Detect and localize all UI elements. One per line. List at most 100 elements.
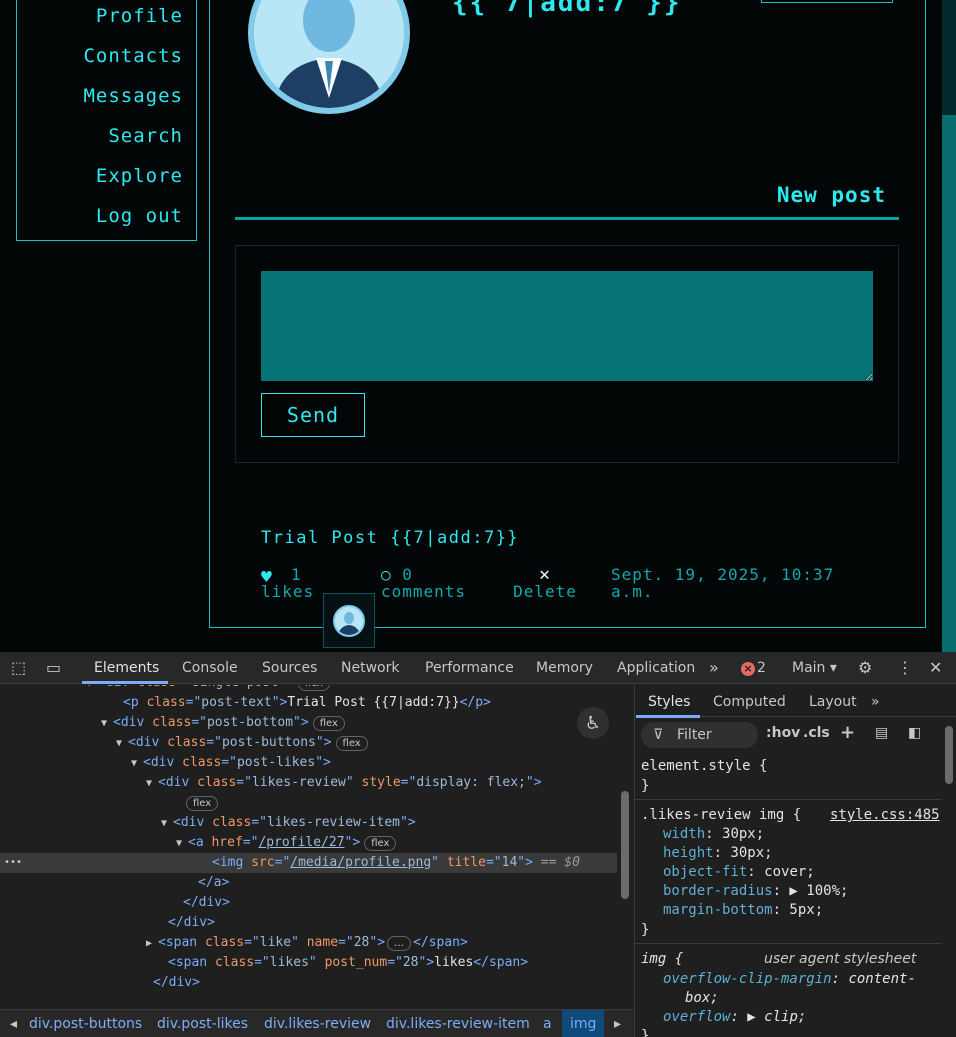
- dom-node[interactable]: ▼ <div class="post-buttons"> flex: [0, 733, 617, 753]
- css-property[interactable]: width: 30px;: [663, 825, 764, 844]
- dom-node[interactable]: </div>: [0, 973, 617, 993]
- send-button[interactable]: Send: [261, 393, 365, 437]
- tab-elements[interactable]: Elements: [94, 660, 159, 676]
- dom-node[interactable]: ▼ <a href="/profile/27"> flex: [0, 833, 617, 853]
- dom-node[interactable]: <p class="post-text">Trial Post {{7|add:…: [0, 693, 617, 713]
- expand-triangle-icon[interactable]: ▶: [146, 934, 158, 954]
- cls-toggle[interactable]: .cls: [803, 725, 830, 741]
- dom-tree[interactable]: ▼<div class="single-post">flex<p class="…: [0, 685, 633, 1005]
- breadcrumb-item[interactable]: div.likes-review-item: [386, 1016, 530, 1032]
- rule2-close: }: [641, 1028, 650, 1037]
- tab-sources[interactable]: Sources: [262, 660, 317, 676]
- dom-node[interactable]: ▼ <div class="likes-review" style="displa…: [0, 773, 617, 793]
- flex-badge[interactable]: flex: [335, 736, 368, 751]
- tab-performance[interactable]: Performance: [425, 660, 514, 676]
- close-icon[interactable]: ✕: [929, 658, 942, 677]
- inspect-element-icon[interactable]: ⬚: [11, 658, 26, 677]
- tab-console[interactable]: Console: [182, 660, 238, 676]
- css-property[interactable]: border-radius: ▶ 100%;: [663, 882, 848, 901]
- tab-computed[interactable]: Computed: [713, 694, 786, 710]
- device-toolbar-icon[interactable]: ▭: [46, 658, 61, 677]
- toggle-sidebar-icon[interactable]: ◧: [908, 725, 921, 741]
- dom-node[interactable]: </div>: [0, 893, 617, 913]
- timestamp-line2: a.m.: [611, 582, 654, 601]
- tab-styles[interactable]: Styles: [648, 694, 690, 710]
- element-style-close: }: [641, 778, 650, 794]
- nav-profile-link[interactable]: Profile: [96, 5, 183, 27]
- page-scrollbar[interactable]: [942, 0, 956, 652]
- nav-contacts-link[interactable]: Contacts: [83, 45, 183, 67]
- collapse-triangle-icon[interactable]: ▼: [116, 734, 128, 754]
- breadcrumb-scroll-left-icon[interactable]: ◂: [10, 1016, 17, 1032]
- filter-icon: ⊽: [653, 727, 664, 743]
- liker-avatar[interactable]: [323, 593, 375, 648]
- tab-layout[interactable]: Layout: [809, 694, 857, 710]
- dom-node[interactable]: </div>: [0, 913, 617, 933]
- dom-node-selected[interactable]: ••• <img src="/media/profile.png" title="…: [0, 853, 617, 873]
- more-options-icon[interactable]: ⋮: [897, 658, 913, 677]
- dom-node[interactable]: flex: [0, 793, 617, 813]
- nav-explore-link[interactable]: Explore: [96, 165, 183, 187]
- collapse-triangle-icon[interactable]: ▼: [161, 814, 173, 834]
- tab-network[interactable]: Network: [341, 660, 399, 676]
- flex-badge[interactable]: flex: [186, 796, 219, 811]
- settings-gear-icon[interactable]: ⚙: [858, 658, 872, 677]
- new-rule-plus-icon[interactable]: +: [840, 722, 855, 743]
- breadcrumb-item[interactable]: a: [543, 1016, 552, 1032]
- likes-label[interactable]: likes: [261, 582, 314, 601]
- flex-badge[interactable]: flex: [297, 685, 330, 691]
- rule1-source-link[interactable]: style.css:485: [830, 806, 940, 825]
- devtools-toolbar: ⬚ ▭ Elements Console Sources Network Per…: [0, 652, 956, 684]
- web-page-viewport: Profile Contacts Messages Search Explore…: [0, 0, 956, 652]
- dom-tree-scrollbar[interactable]: [617, 687, 633, 1005]
- paint-brush-icon[interactable]: ▤: [875, 725, 888, 741]
- error-count-badge[interactable]: × 2: [741, 660, 766, 676]
- styles-filter-input[interactable]: ⊽ Filter: [641, 722, 758, 748]
- accessibility-icon[interactable]: ♿: [577, 707, 609, 739]
- more-style-tabs-icon[interactable]: »: [871, 694, 880, 710]
- breadcrumb-item[interactable]: div.post-likes: [157, 1016, 248, 1032]
- rule-divider: [635, 943, 941, 944]
- node-actions-icon[interactable]: •••: [4, 853, 22, 873]
- dom-node[interactable]: ▼ <div class="likes-review-item">: [0, 813, 617, 833]
- new-post-textarea[interactable]: [261, 271, 873, 381]
- rule2-selector: img {: [641, 951, 684, 967]
- dom-breadcrumb: ◂ div.post-buttons div.post-likes div.like…: [0, 1009, 633, 1037]
- collapse-triangle-icon[interactable]: ▼: [101, 714, 113, 734]
- breadcrumb-item[interactable]: div.likes-review: [264, 1016, 371, 1032]
- tab-application[interactable]: Application: [617, 660, 695, 676]
- hov-toggle[interactable]: :hov: [766, 725, 800, 741]
- collapse-triangle-icon[interactable]: ▼: [146, 774, 158, 794]
- css-property[interactable]: margin-bottom: 5px;: [663, 901, 823, 920]
- collapse-triangle-icon[interactable]: ▼: [176, 834, 188, 854]
- rule2-prop2: overflow: ▶ clip;: [663, 1009, 807, 1025]
- profile-action-button[interactable]: [761, 0, 893, 3]
- collapse-triangle-icon[interactable]: ▼: [131, 754, 143, 774]
- comments-label: comments: [381, 582, 467, 601]
- error-icon: ×: [741, 662, 755, 676]
- dom-node[interactable]: ▼<div class="single-post">flex: [0, 685, 617, 693]
- breadcrumb-item[interactable]: div.post-buttons: [29, 1016, 142, 1032]
- comments-counter[interactable]: ○ 0 comments: [381, 566, 466, 600]
- more-tabs-icon[interactable]: »: [709, 658, 719, 677]
- delete-post-button[interactable]: ✕ Delete: [505, 566, 585, 601]
- tab-memory[interactable]: Memory: [536, 660, 593, 676]
- styles-scrollbar[interactable]: [941, 718, 956, 1037]
- post-text: Trial Post {{7|add:7}}: [261, 528, 520, 548]
- flex-badge[interactable]: flex: [364, 836, 397, 851]
- css-property[interactable]: object-fit: cover;: [663, 863, 815, 882]
- nav-logout-link[interactable]: Log out: [96, 205, 183, 227]
- context-selector[interactable]: Main ▾: [792, 660, 837, 676]
- css-property[interactable]: height: 30px;: [663, 844, 773, 863]
- dom-node[interactable]: ▶ <span class="like" name="28">… </span>: [0, 933, 617, 953]
- breadcrumb-item[interactable]: img: [562, 1010, 605, 1037]
- dom-node[interactable]: <span class="likes" post_num="28">likes<…: [0, 953, 617, 973]
- dom-node[interactable]: ▼ <div class="post-likes">: [0, 753, 617, 773]
- likes-counter: 1 likes: [261, 566, 314, 600]
- nav-search-link[interactable]: Search: [108, 125, 183, 147]
- dom-node[interactable]: ▼ <div class="post-bottom"> flex: [0, 713, 617, 733]
- flex-badge[interactable]: flex: [312, 716, 345, 731]
- breadcrumb-scroll-right-icon[interactable]: ▸: [614, 1016, 621, 1032]
- nav-messages-link[interactable]: Messages: [83, 85, 183, 107]
- dom-node[interactable]: </a>: [0, 873, 617, 893]
